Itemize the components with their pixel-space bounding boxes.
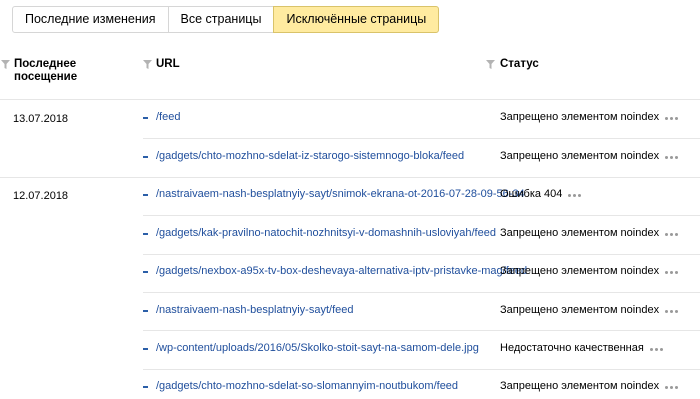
group-date: 12.07.2018 — [13, 190, 69, 202]
table-row: /nastraivaem-nash-besplatnyiy-sayt/snimo… — [143, 177, 700, 215]
collapse-dash-icon[interactable] — [143, 117, 148, 119]
more-options-icon[interactable] — [665, 380, 680, 392]
status-text: Ошибка 404 — [500, 188, 563, 200]
collapse-dash-icon[interactable] — [143, 348, 148, 350]
group-date: 13.07.2018 — [13, 113, 69, 125]
page-url-link[interactable]: /gadgets/chto-mozhno-sdelat-so-slomannyi… — [156, 380, 458, 392]
collapse-dash-icon[interactable] — [143, 310, 148, 312]
table-row: /wp-content/uploads/2016/05/Skolko-stoit… — [143, 331, 700, 369]
status-text: Запрещено элементом noindex — [500, 304, 660, 316]
status-cell: Запрещено элементом noindex — [500, 111, 680, 123]
column-header-status[interactable]: Статус — [500, 58, 539, 71]
collapse-dash-icon[interactable] — [143, 271, 148, 273]
page-url-link[interactable]: /wp-content/uploads/2016/05/Skolko-stoit… — [156, 342, 479, 354]
table-row: /gadgets/nexbox-a95x-tv-box-deshevaya-al… — [143, 254, 700, 292]
status-cell: Запрещено элементом noindex — [500, 265, 680, 277]
page-url-link[interactable]: /feed — [156, 111, 180, 123]
status-cell: Запрещено элементом noindex — [500, 150, 680, 162]
column-header-last-visit[interactable]: Последнее посещение — [14, 58, 124, 84]
table-row: /gadgets/kak-pravilno-natochit-nozhnitsy… — [143, 216, 700, 254]
collapse-dash-icon[interactable] — [143, 233, 148, 235]
status-cell: Недостаточно качественная — [500, 342, 665, 354]
page-url-link[interactable]: /gadgets/nexbox-a95x-tv-box-deshevaya-al… — [156, 265, 527, 277]
status-text: Запрещено элементом noindex — [500, 227, 660, 239]
more-options-icon[interactable] — [665, 265, 680, 277]
more-options-icon[interactable] — [568, 188, 583, 200]
more-options-icon[interactable] — [665, 227, 680, 239]
status-text: Запрещено элементом noindex — [500, 150, 660, 162]
status-text: Запрещено элементом noindex — [500, 380, 660, 392]
filter-icon[interactable] — [1, 60, 10, 69]
filter-icon[interactable] — [143, 60, 152, 69]
table-row: /gadgets/chto-mozhno-sdelat-so-slomannyi… — [143, 369, 700, 399]
status-cell: Запрещено элементом noindex — [500, 227, 680, 239]
column-header-url[interactable]: URL — [156, 58, 180, 71]
tab-excluded-pages[interactable]: Исключённые страницы — [273, 6, 440, 33]
status-text: Запрещено элементом noindex — [500, 265, 660, 277]
page-url-link[interactable]: /gadgets/kak-pravilno-natochit-nozhnitsy… — [156, 227, 496, 239]
status-text: Недостаточно качественная — [500, 342, 644, 354]
page-url-link[interactable]: /nastraivaem-nash-besplatnyiy-sayt/feed — [156, 304, 353, 316]
collapse-dash-icon[interactable] — [143, 194, 148, 196]
status-cell: Ошибка 404 — [500, 188, 583, 200]
more-options-icon[interactable] — [665, 304, 680, 316]
more-options-icon[interactable] — [665, 111, 680, 123]
collapse-dash-icon[interactable] — [143, 156, 148, 158]
tab-all-pages[interactable]: Все страницы — [167, 6, 275, 33]
status-text: Запрещено элементом noindex — [500, 111, 660, 123]
page-url-link[interactable]: /gadgets/chto-mozhno-sdelat-iz-starogo-s… — [156, 150, 464, 162]
page-url-link[interactable]: /nastraivaem-nash-besplatnyiy-sayt/snimo… — [156, 188, 525, 200]
status-cell: Запрещено элементом noindex — [500, 380, 680, 392]
filter-icon[interactable] — [486, 60, 495, 69]
table-row: /gadgets/chto-mozhno-sdelat-iz-starogo-s… — [143, 139, 700, 177]
tab-recent-changes[interactable]: Последние изменения — [12, 6, 169, 33]
collapse-dash-icon[interactable] — [143, 386, 148, 388]
page-filter-tabs: Последние изменения Все страницы Исключё… — [12, 6, 440, 33]
status-cell: Запрещено элементом noindex — [500, 304, 680, 316]
more-options-icon[interactable] — [665, 150, 680, 162]
more-options-icon[interactable] — [649, 342, 665, 354]
table-row: /nastraivaem-nash-besplatnyiy-sayt/feed … — [143, 293, 700, 331]
table-row: /feed Запрещено элементом noindex — [143, 100, 700, 138]
